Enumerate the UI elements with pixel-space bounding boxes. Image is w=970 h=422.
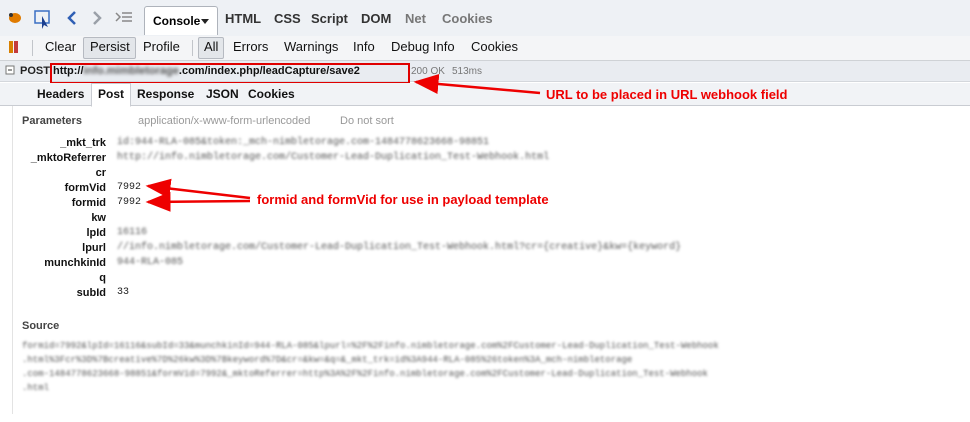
formvid-arrow	[145, 178, 251, 200]
annotation-arrows	[145, 74, 541, 212]
form-annotation: formid and formVid for use in payload te…	[257, 192, 549, 207]
url-arrow	[413, 74, 541, 95]
url-annotation: URL to be placed in URL webhook field	[546, 87, 788, 102]
formid-arrow	[145, 191, 251, 212]
